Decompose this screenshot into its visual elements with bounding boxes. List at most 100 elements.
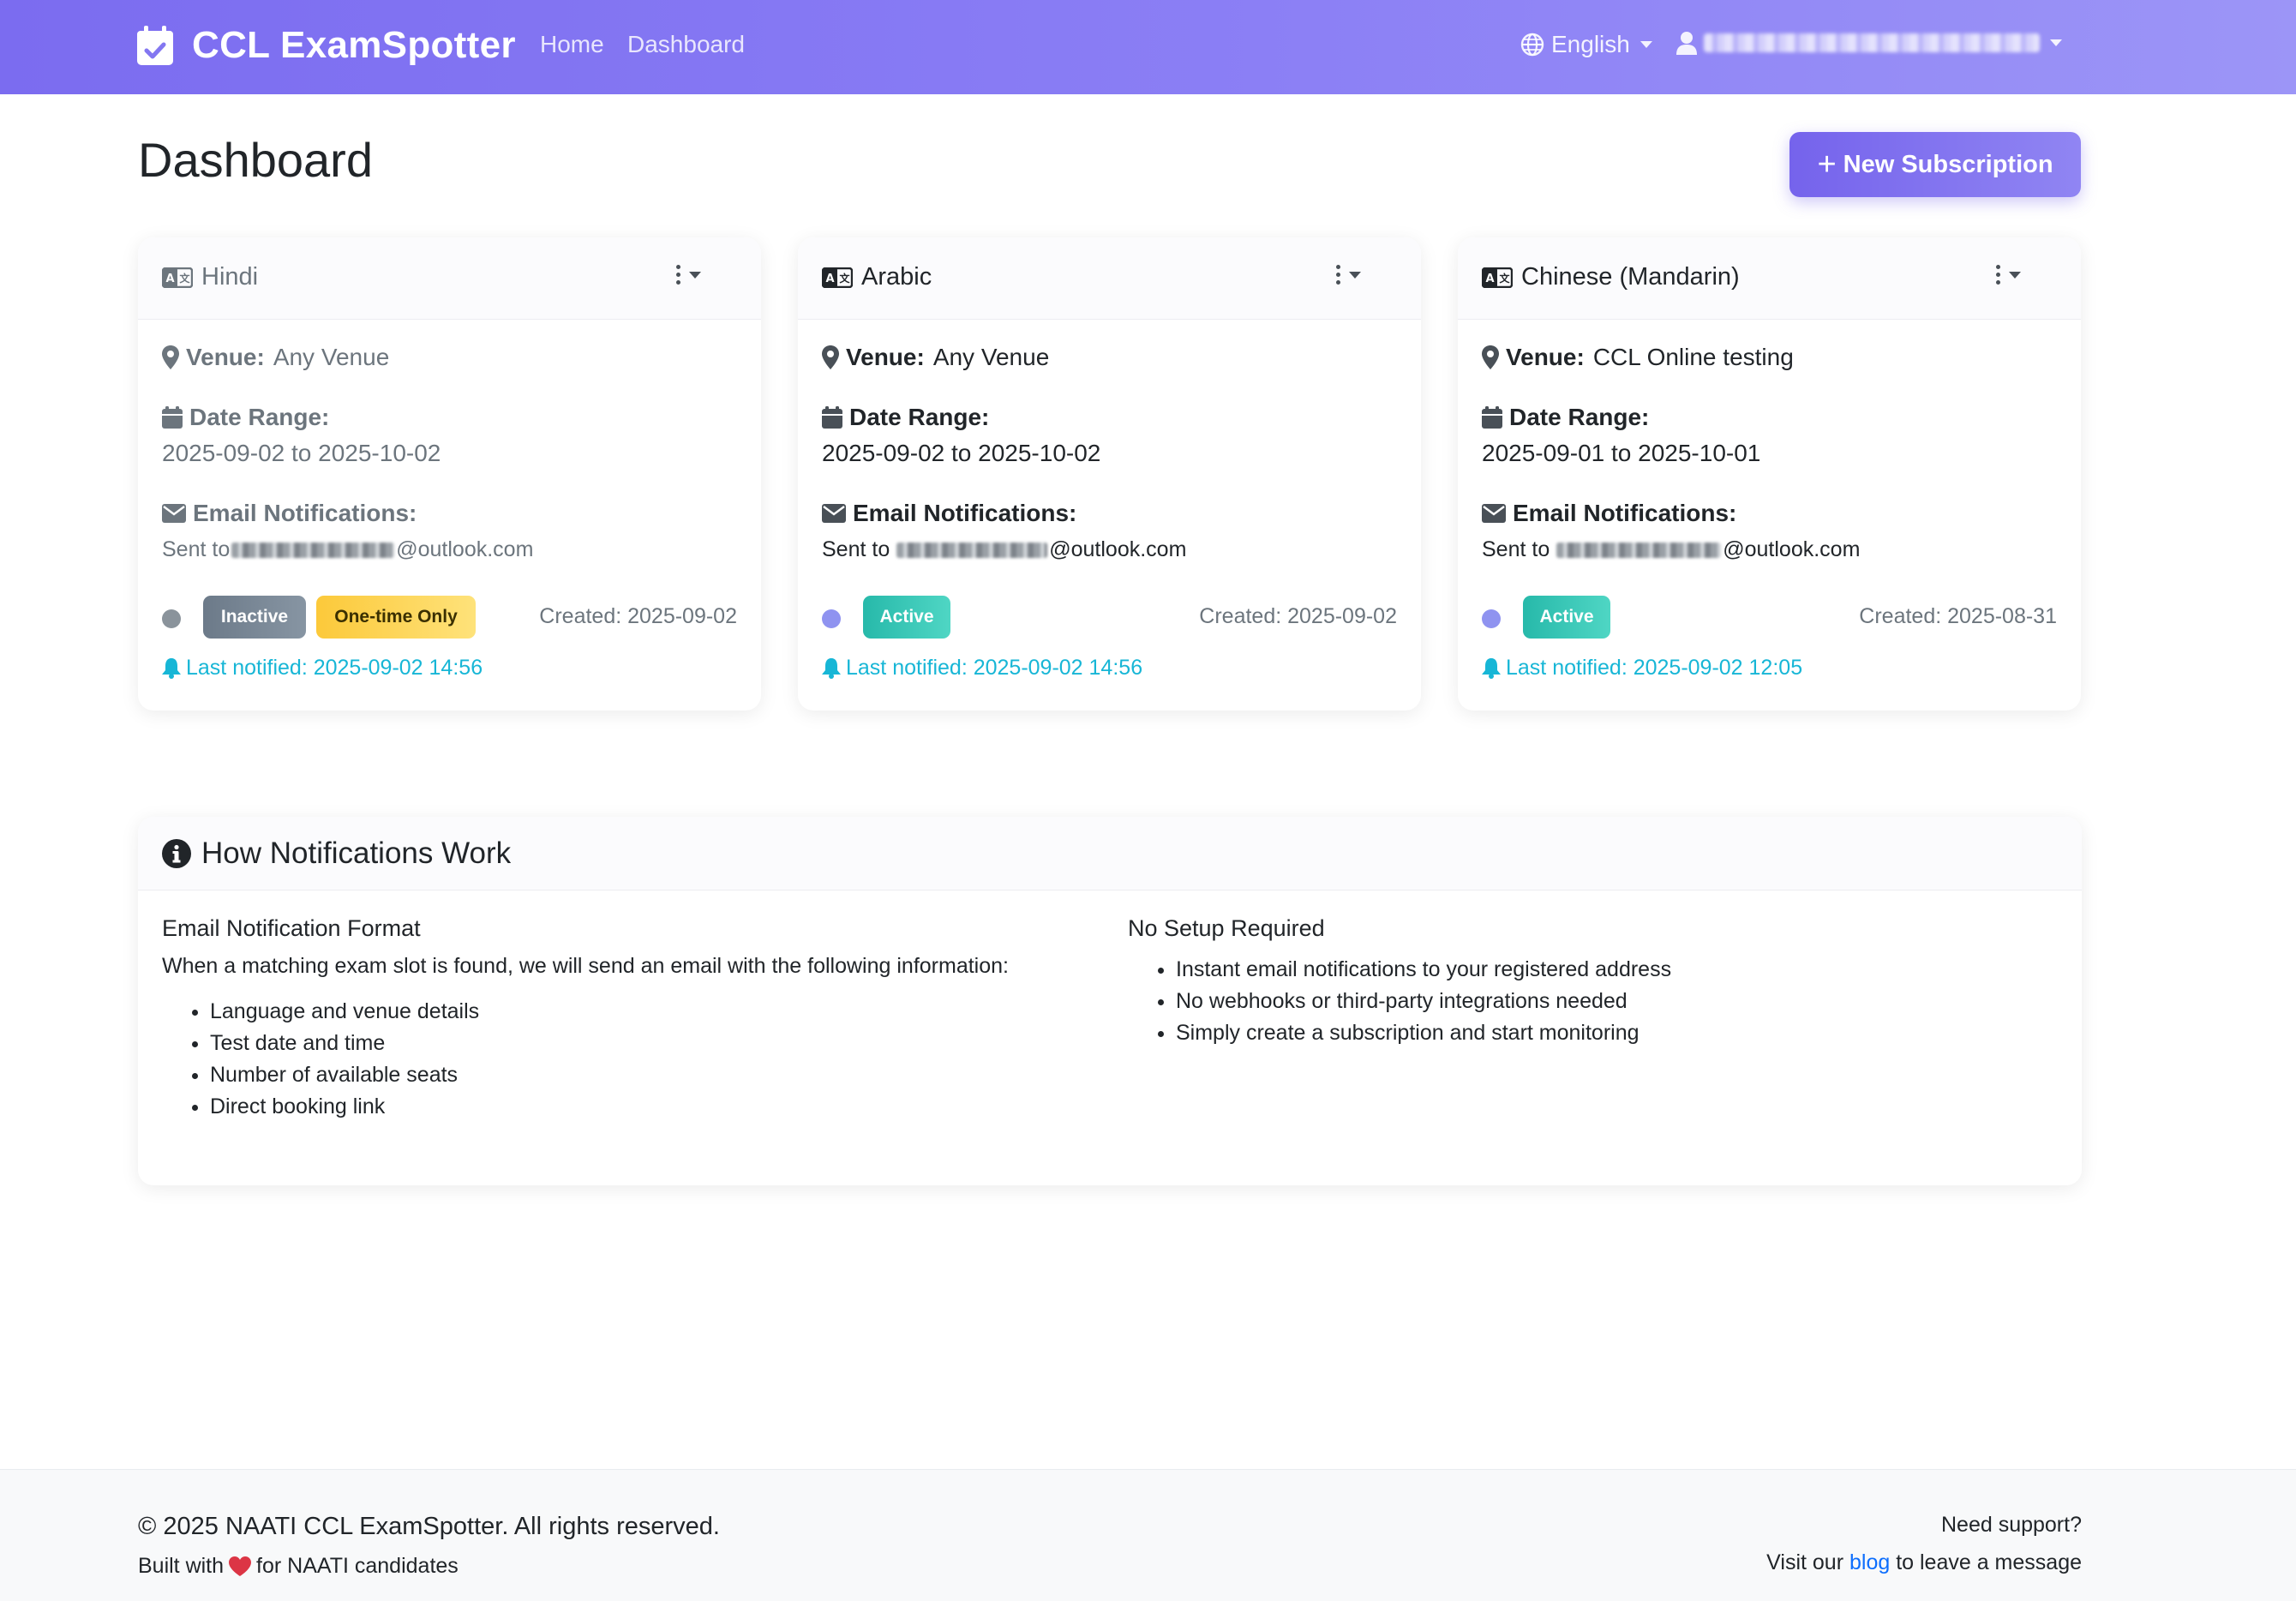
email-redacted [1556, 542, 1722, 558]
envelope-icon [822, 504, 846, 523]
venue-label: Venue: [846, 344, 925, 370]
last-notified: Last notified: 2025-09-02 12:05 [1482, 656, 1802, 681]
list-item: Direct booking link [210, 1091, 1009, 1123]
date-range-value: 2025-09-02 to 2025-10-02 [162, 440, 441, 466]
email-notifications-label: Email Notifications: [193, 500, 417, 526]
built-suffix: for NAATI candidates [256, 1554, 459, 1578]
language-icon: A 文 [1482, 267, 1513, 288]
bell-icon [1482, 657, 1501, 679]
email-format-list: Language and venue details Test date and… [162, 996, 1009, 1123]
email-notifications-row: Email Notifications: [162, 500, 425, 527]
chevron-down-icon [2050, 39, 2062, 46]
svg-text:文: 文 [179, 272, 190, 285]
card-language-label: Arabic [861, 263, 932, 291]
language-icon: A 文 [162, 267, 193, 288]
list-item: No webhooks or third-party integrations … [1176, 986, 1671, 1017]
date-range-row: Date Range: [1482, 404, 1658, 431]
list-item: Simply create a subscription and start m… [1176, 1017, 1671, 1049]
venue-value: Any Venue [273, 344, 390, 370]
user-email-redacted [1704, 33, 2040, 52]
sent-to-row: Sent to @outlook.com [1482, 537, 1860, 562]
venue-value: Any Venue [932, 344, 1050, 370]
user-icon [1676, 32, 1697, 55]
email-notifications-label: Email Notifications: [1513, 500, 1737, 526]
venue-row: Venue: CCL Online testing [1482, 344, 1794, 371]
card-menu-button[interactable] [1336, 265, 1361, 285]
svg-text:文: 文 [1499, 272, 1510, 285]
date-range-label: Date Range: [849, 404, 990, 430]
venue-row: Venue: Any Venue [822, 344, 1049, 371]
email-notifications-row: Email Notifications: [822, 500, 1085, 527]
venue-label: Venue: [186, 344, 265, 370]
map-marker-icon [822, 345, 839, 369]
globe-icon [1520, 33, 1544, 57]
status-row: Active Created: 2025-09-02 [822, 596, 1397, 639]
status-dot [1482, 609, 1501, 628]
card-header: A 文 Arabic [798, 237, 1421, 320]
built-with: Built with for NAATI candidates [138, 1554, 459, 1579]
visit-prefix: Visit our [1766, 1550, 1844, 1574]
status-row: Inactive One-time Only Created: 2025-09-… [162, 596, 737, 639]
language-dropdown[interactable]: English [1520, 31, 1652, 58]
email-domain: @outlook.com [396, 537, 534, 561]
last-notified: Last notified: 2025-09-02 14:56 [162, 656, 483, 681]
card-menu-button[interactable] [1996, 265, 2021, 285]
one-time-badge: One-time Only [316, 596, 476, 639]
sent-to-label: Sent to [822, 537, 890, 561]
svg-text:A: A [165, 273, 174, 285]
chevron-down-icon [1640, 41, 1652, 48]
visit-suffix: to leave a message [1896, 1550, 2082, 1574]
kebab-icon [1996, 265, 2000, 285]
chevron-down-icon [689, 271, 701, 279]
new-subscription-button[interactable]: + New Subscription [1789, 132, 2081, 197]
svg-text:文: 文 [839, 272, 850, 285]
chevron-down-icon [1349, 271, 1361, 279]
page-title: Dashboard [138, 133, 373, 187]
calendar-check-icon [137, 26, 173, 65]
kebab-icon [676, 265, 680, 285]
brand[interactable]: CCL ExamSpotter [137, 24, 516, 67]
language-label: English [1551, 31, 1630, 57]
venue-value: CCL Online testing [1592, 344, 1794, 370]
svg-text:A: A [825, 273, 834, 285]
no-setup-heading: No Setup Required [1128, 915, 1325, 941]
user-dropdown[interactable] [1676, 31, 2062, 55]
date-range-row: Date Range: [162, 404, 338, 431]
card-language: A 文 Arabic [822, 263, 932, 291]
nav-dashboard-link[interactable]: Dashboard [627, 31, 745, 58]
status-row: Active Created: 2025-08-31 [1482, 596, 2057, 639]
card-language: A 文 Hindi [162, 263, 258, 291]
blog-link[interactable]: blog [1849, 1550, 1890, 1574]
svg-text:A: A [1485, 273, 1494, 285]
venue-row: Venue: Any Venue [162, 344, 389, 371]
calendar-icon [822, 406, 842, 429]
email-notifications-label: Email Notifications: [853, 500, 1077, 526]
sent-to-row: Sent to @outlook.com [162, 537, 533, 562]
sent-to-label: Sent to [162, 537, 231, 561]
card-language: A 文 Chinese (Mandarin) [1482, 263, 1740, 291]
heart-icon [229, 1556, 252, 1576]
email-redacted [896, 542, 1048, 558]
card-menu-button[interactable] [676, 265, 701, 285]
subscription-card: A 文 Hindi Venue: Any Venue Date Range: 2… [138, 237, 761, 711]
card-language-label: Chinese (Mandarin) [1521, 263, 1740, 291]
plus-icon: + [1817, 147, 1837, 183]
sent-to-label: Sent to [1482, 537, 1550, 561]
date-range-row: Date Range: [822, 404, 998, 431]
language-icon: A 文 [822, 267, 853, 288]
email-redacted [231, 542, 395, 558]
last-notified-text: Last notified: 2025-09-02 14:56 [846, 656, 1143, 680]
created-date: Created: 2025-08-31 [1859, 604, 2057, 628]
sent-to-row: Sent to @outlook.com [822, 537, 1186, 562]
copyright: © 2025 NAATI CCL ExamSpotter. All rights… [138, 1513, 720, 1540]
map-marker-icon [1482, 345, 1499, 369]
top-navbar: CCL ExamSpotter Home Dashboard English [0, 0, 2296, 94]
info-header: How Notifications Work [138, 817, 2082, 890]
info-circle-icon [162, 838, 191, 868]
email-domain: @outlook.com [1723, 537, 1861, 561]
nav-home-link[interactable]: Home [540, 31, 604, 58]
date-range-value: 2025-09-01 to 2025-10-01 [1482, 440, 1761, 466]
no-setup-list: Instant email notifications to your regi… [1128, 954, 1671, 1049]
date-range-value: 2025-09-02 to 2025-10-02 [822, 440, 1101, 466]
footer: © 2025 NAATI CCL ExamSpotter. All rights… [0, 1469, 2296, 1601]
